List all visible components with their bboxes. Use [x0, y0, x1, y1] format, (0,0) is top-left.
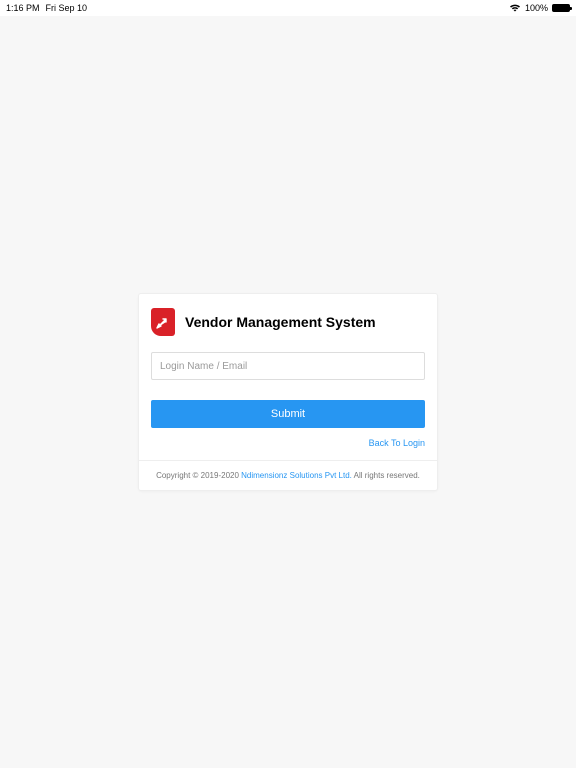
- login-card: Vendor Management System Submit Back To …: [138, 293, 438, 491]
- footer-company-link[interactable]: Ndimensionz Solutions Pvt Ltd.: [241, 471, 352, 480]
- wifi-icon: [509, 3, 521, 14]
- footer-suffix: All rights reserved.: [352, 471, 420, 480]
- status-time: 1:16 PM: [6, 3, 40, 13]
- card-header: Vendor Management System: [139, 294, 437, 346]
- status-bar: 1:16 PM Fri Sep 10 100%: [0, 0, 576, 16]
- submit-button[interactable]: Submit: [151, 400, 425, 428]
- app-title: Vendor Management System: [185, 314, 376, 330]
- card-body: Submit Back To Login: [139, 346, 437, 460]
- battery-percent: 100%: [525, 3, 548, 13]
- battery-icon: [552, 4, 570, 12]
- app-logo-icon: [151, 308, 175, 336]
- card-footer: Copyright © 2019-2020 Ndimensionz Soluti…: [139, 460, 437, 490]
- page-background: Vendor Management System Submit Back To …: [0, 16, 576, 768]
- footer-prefix: Copyright © 2019-2020: [156, 471, 241, 480]
- login-email-input[interactable]: [151, 352, 425, 380]
- status-date: Fri Sep 10: [46, 3, 88, 13]
- back-to-login-link[interactable]: Back To Login: [151, 438, 425, 448]
